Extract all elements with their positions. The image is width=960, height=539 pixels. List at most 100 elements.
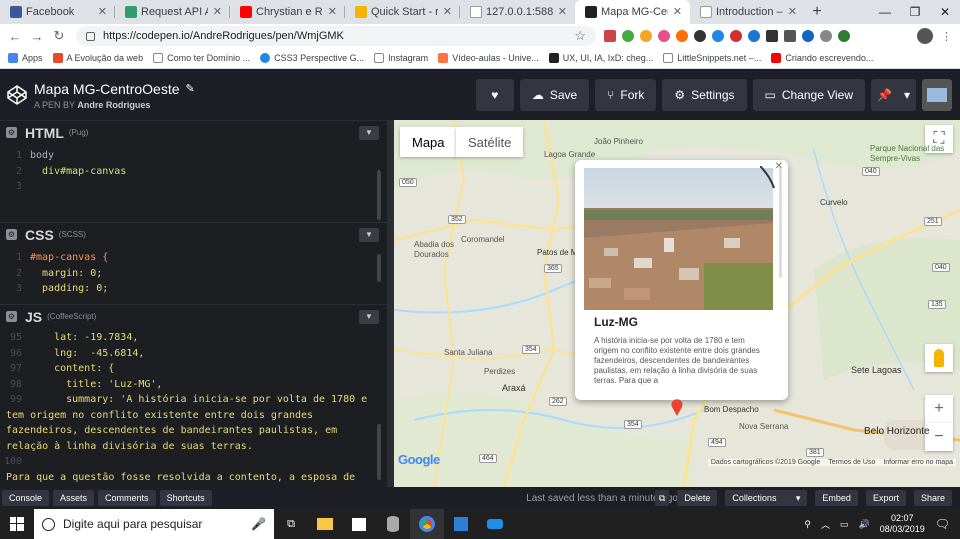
codepen-logo-icon[interactable] [0, 70, 34, 120]
bookmark-item[interactable]: LittleSnippets.net –... [663, 53, 761, 63]
extension-icon[interactable] [712, 30, 724, 42]
browser-tab[interactable]: Facebook ✕ [0, 0, 115, 24]
open-external-icon[interactable]: ⧉ [654, 490, 670, 506]
browser-tab-active[interactable]: Mapa MG-CentroOe✕ [575, 0, 690, 24]
map-marker-icon[interactable] [671, 399, 683, 416]
shortcuts-button[interactable]: Shortcuts [159, 490, 212, 506]
bookmark-item[interactable]: Criando escrevendo... [771, 53, 873, 63]
assets-button[interactable]: Assets [53, 490, 95, 506]
chevron-up-icon[interactable]: ︿ [821, 518, 830, 531]
extension-icon[interactable] [838, 30, 850, 42]
microphone-icon[interactable]: 🎤 [251, 517, 266, 531]
embed-button[interactable]: Embed [815, 490, 858, 506]
bookmark-apps[interactable]: Apps [8, 53, 43, 63]
gear-icon[interactable]: ⚙ [6, 229, 17, 240]
map-info-window[interactable]: ✕ Luz-MG A história inicia-se por volta … [575, 160, 788, 400]
profile-avatar[interactable] [917, 28, 933, 44]
bookmark-item[interactable]: Como ter Domínio ... [153, 53, 250, 63]
chrome-icon[interactable] [410, 509, 444, 539]
docker-icon[interactable] [478, 509, 512, 539]
browser-tab[interactable]: Introduction – A-F✕ [690, 0, 805, 24]
street-view-pegman-icon[interactable] [925, 344, 953, 372]
back-icon[interactable]: ← [4, 29, 26, 44]
author-link[interactable]: Andre Rodrigues [77, 100, 150, 110]
edit-pencil-icon[interactable]: ✎ [186, 82, 195, 95]
volume-icon[interactable]: 🔊 [859, 519, 870, 530]
bookmark-item[interactable]: Vídeo-aulas - Unive... [438, 53, 539, 63]
bookmark-star-icon[interactable]: ☆ [574, 28, 586, 44]
pin-button[interactable]: 📌 ▾ [871, 79, 916, 111]
address-bar[interactable]: https://codepen.io/AndreRodrigues/pen/Wm… [76, 26, 596, 46]
js-editor[interactable]: 95 lat: -19.7834, 96 lng: -45.6814, 97 c… [0, 328, 387, 488]
scrollbar[interactable] [377, 170, 381, 220]
html-editor[interactable]: 1 body 2 div#map-canvas 3 [0, 144, 387, 222]
close-tab-icon[interactable]: ✕ [673, 5, 682, 18]
extension-icon[interactable] [748, 30, 760, 42]
close-tab-icon[interactable]: ✕ [558, 5, 567, 18]
chevron-down-icon[interactable]: ▼ [359, 227, 379, 242]
browser-tab[interactable]: Quick Start - rest-✕ [345, 0, 460, 24]
store-icon[interactable] [342, 509, 376, 539]
close-window-icon[interactable]: ✕ [930, 0, 960, 24]
bookmark-item[interactable]: CSS3 Perspective G... [260, 53, 364, 63]
comments-button[interactable]: Comments [98, 490, 156, 506]
task-view-icon[interactable]: ⧉ [274, 509, 308, 539]
css-editor[interactable]: 1 #map-canvas { 2 margin: 0; 3 padding: 0… [0, 246, 387, 304]
share-button[interactable]: Share [913, 490, 952, 506]
extension-icon[interactable] [820, 30, 832, 42]
menu-dots-icon[interactable]: ⋮ [941, 30, 952, 43]
extension-icon[interactable] [730, 30, 742, 42]
browser-tab[interactable]: 127.0.0.1:58800✕ [460, 0, 575, 24]
bookmark-item[interactable]: A Evolução da web [52, 53, 143, 63]
taskbar-search-input[interactable]: Digite aqui para pesquisar 🎤 [34, 509, 274, 539]
change-view-button[interactable]: ▭ Change View [752, 79, 866, 111]
terms-link[interactable]: Termos de Uso [828, 459, 875, 466]
browser-tab[interactable]: Request API Access✕ [115, 0, 230, 24]
bookmark-item[interactable]: Instagram [374, 53, 428, 63]
delete-button[interactable]: Delete [677, 490, 718, 506]
extension-icon[interactable] [766, 30, 778, 42]
file-explorer-icon[interactable] [308, 509, 342, 539]
extension-icon[interactable] [676, 30, 688, 42]
report-error-link[interactable]: Informar erro no mapa [883, 459, 953, 466]
download-icon[interactable] [802, 30, 814, 42]
chevron-down-icon[interactable]: ▼ [359, 309, 379, 324]
pane-resizer[interactable] [387, 120, 394, 487]
vscode-icon[interactable] [444, 509, 478, 539]
minimize-icon[interactable]: — [870, 0, 900, 24]
new-tab-button[interactable]: + [805, 0, 829, 24]
chevron-down-icon[interactable]: ▼ [359, 125, 379, 140]
restore-icon[interactable]: ❐ [900, 0, 930, 24]
scrollbar[interactable] [377, 424, 381, 480]
forward-icon[interactable]: → [26, 29, 48, 44]
reload-icon[interactable]: ↻ [48, 28, 70, 44]
close-tab-icon[interactable]: ✕ [98, 5, 107, 18]
close-tab-icon[interactable]: ✕ [328, 5, 337, 18]
fork-button[interactable]: ⑂ Fork [595, 79, 657, 111]
close-tab-icon[interactable]: ✕ [788, 5, 797, 18]
close-tab-icon[interactable]: ✕ [213, 5, 222, 18]
database-icon[interactable] [376, 509, 410, 539]
heart-button[interactable]: ♥ [475, 79, 514, 111]
settings-button[interactable]: ⚙ Settings [662, 79, 747, 111]
windows-start-icon[interactable] [0, 509, 34, 539]
close-tab-icon[interactable]: ✕ [443, 5, 452, 18]
console-button[interactable]: Console [2, 490, 50, 506]
extension-icon[interactable] [694, 30, 706, 42]
extension-icon[interactable] [658, 30, 670, 42]
people-icon[interactable]: ⚲ [804, 519, 811, 530]
zoom-in-button[interactable]: + [925, 395, 953, 423]
extension-icon[interactable] [622, 30, 634, 42]
gear-icon[interactable]: ⚙ [6, 311, 17, 322]
extension-icon[interactable] [604, 30, 616, 42]
notifications-icon[interactable]: 🗨 [935, 517, 950, 531]
browser-tab[interactable]: Chrystian e Ralf✕ [230, 0, 345, 24]
collections-dropdown[interactable]: Collections ▾ [725, 490, 808, 506]
save-button[interactable]: ☁ Save [519, 79, 590, 111]
extension-icon[interactable] [784, 30, 796, 42]
extension-icon[interactable] [640, 30, 652, 42]
scrollbar[interactable] [377, 254, 381, 282]
map-type-map-button[interactable]: Mapa [400, 127, 457, 157]
network-icon[interactable]: ▭ [840, 519, 849, 530]
system-clock[interactable]: 02:07 08/03/2019 [880, 513, 925, 535]
